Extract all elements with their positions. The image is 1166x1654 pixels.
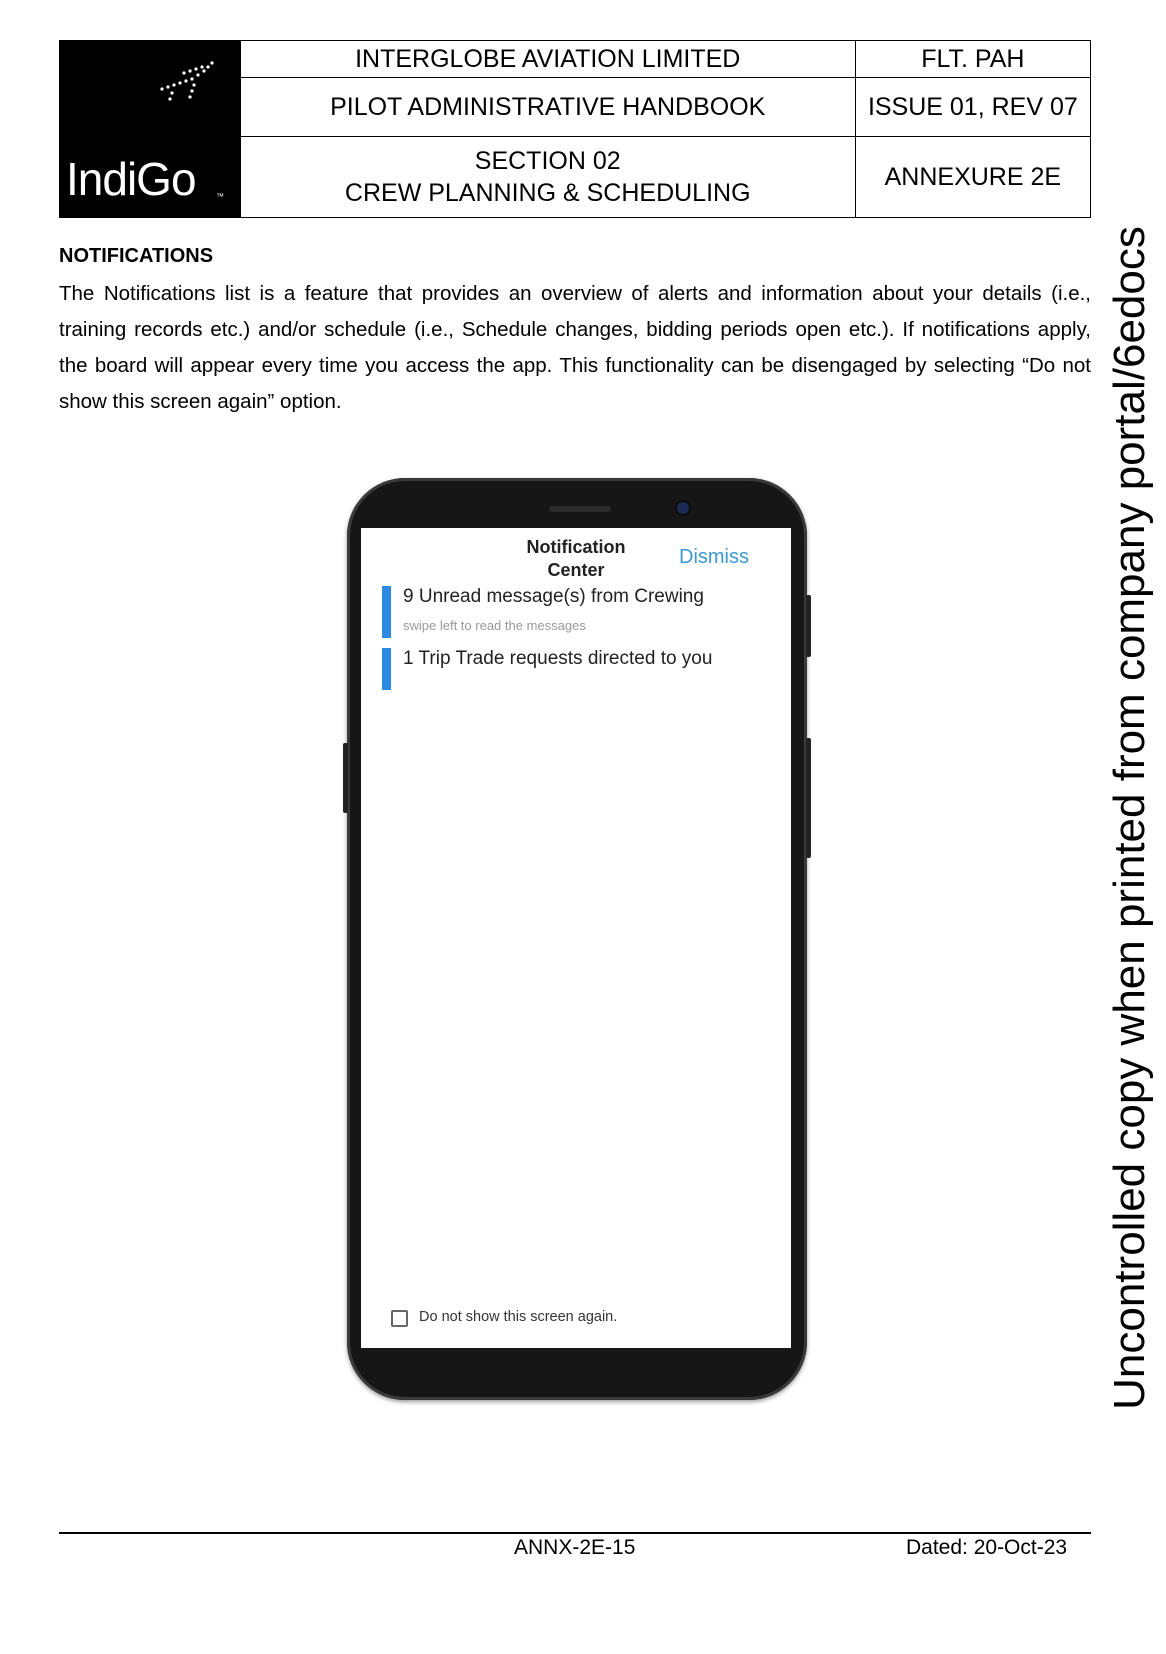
unread-indicator-bar: [382, 648, 391, 690]
issue-revision: ISSUE 01, REV 07: [854, 76, 1092, 137]
unread-indicator-bar: [382, 586, 391, 638]
section-title-cell: SECTION 02 CREW PLANNING & SCHEDULING: [239, 135, 856, 219]
notifications-heading: NOTIFICATIONS: [59, 245, 214, 267]
annexure-label: ANNEXURE 2E: [854, 135, 1092, 219]
company-logo: IndiGo ™: [59, 40, 241, 218]
logo-wordmark: IndiGo: [66, 153, 197, 205]
document-code: FLT. PAH: [854, 40, 1092, 78]
notification-subtext: swipe left to read the messages: [403, 618, 586, 633]
notification-center-title: Notification Center: [526, 537, 626, 580]
plane-logo-icon: [160, 61, 214, 101]
notification-center-screen: Notification Center Dismiss 9 Unread mes…: [361, 528, 791, 1348]
document-header: IndiGo ™ INTERGLOBE AVIATION LIMITED FLT…: [59, 40, 1092, 219]
power-button: [806, 595, 811, 657]
side-button: [806, 738, 811, 858]
volume-button: [343, 743, 348, 813]
section-name: CREW PLANNING & SCHEDULING: [344, 178, 751, 207]
page-identifier: ANNX-2E-15: [514, 1536, 636, 1559]
do-not-show-checkbox[interactable]: [391, 1310, 408, 1327]
notification-item-crewing[interactable]: 9 Unread message(s) from Crewing: [403, 586, 704, 608]
earpiece-speaker: [549, 506, 611, 512]
section-number: SECTION 02: [474, 146, 621, 175]
dismiss-button[interactable]: Dismiss: [679, 546, 749, 569]
notifications-description: The Notifications list is a feature that…: [59, 282, 1091, 413]
front-camera-icon: [677, 502, 689, 514]
uncontrolled-copy-watermark: Uncontrolled copy when printed from comp…: [1105, 226, 1154, 1410]
handbook-title: PILOT ADMINISTRATIVE HANDBOOK: [239, 76, 856, 137]
document-date: Dated: 20-Oct-23: [906, 1536, 1068, 1559]
do-not-show-label[interactable]: Do not show this screen again.: [419, 1309, 617, 1325]
phone-mockup: Notification Center Dismiss 9 Unread mes…: [343, 478, 811, 1400]
notification-item-trip-trade[interactable]: 1 Trip Trade requests directed to you: [403, 648, 712, 670]
company-name: INTERGLOBE AVIATION LIMITED: [239, 40, 856, 78]
footer-divider: [59, 1532, 1091, 1534]
